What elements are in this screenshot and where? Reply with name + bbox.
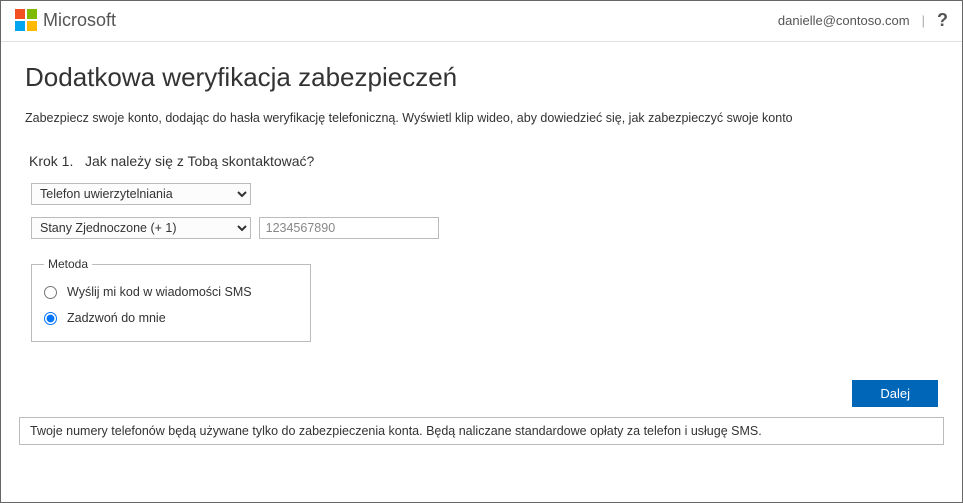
radio-call[interactable]	[44, 312, 57, 325]
page-title: Dodatkowa weryfikacja zabezpieczeń	[25, 62, 938, 93]
step-heading: Krok 1. Jak należy się z Tobą skontaktow…	[29, 153, 938, 169]
radio-sms[interactable]	[44, 286, 57, 299]
phone-notice: Twoje numery telefonów będą używane tylk…	[19, 417, 944, 445]
method-legend: Metoda	[44, 257, 92, 271]
help-icon[interactable]: ?	[937, 10, 948, 31]
header-bar: Microsoft danielle@contoso.com | ?	[1, 1, 962, 42]
user-email: danielle@contoso.com	[778, 13, 910, 28]
next-button[interactable]: Dalej	[852, 380, 938, 407]
divider: |	[922, 13, 925, 28]
radio-sms-label: Wyślij mi kod w wiadomości SMS	[67, 285, 252, 299]
contact-method-select[interactable]: Telefon uwierzytelniania	[31, 183, 251, 205]
header-right: danielle@contoso.com | ?	[778, 10, 948, 31]
microsoft-logo-icon	[15, 9, 37, 31]
country-select[interactable]: Stany Zjednoczone (+ 1)	[31, 217, 251, 239]
phone-row: Stany Zjednoczone (+ 1)	[31, 217, 938, 239]
contact-method-row: Telefon uwierzytelniania	[31, 183, 938, 205]
main-content: Dodatkowa weryfikacja zabezpieczeń Zabez…	[1, 42, 962, 352]
header-left: Microsoft	[15, 9, 116, 31]
brand-label: Microsoft	[43, 10, 116, 31]
radio-call-label: Zadzwoń do mnie	[67, 311, 166, 325]
method-fieldset: Metoda Wyślij mi kod w wiadomości SMS Za…	[31, 257, 311, 342]
button-row: Dalej	[1, 380, 962, 407]
page-description: Zabezpiecz swoje konto, dodając do hasła…	[25, 111, 938, 125]
phone-input[interactable]	[259, 217, 439, 239]
radio-sms-row[interactable]: Wyślij mi kod w wiadomości SMS	[44, 279, 298, 305]
radio-call-row[interactable]: Zadzwoń do mnie	[44, 305, 298, 331]
